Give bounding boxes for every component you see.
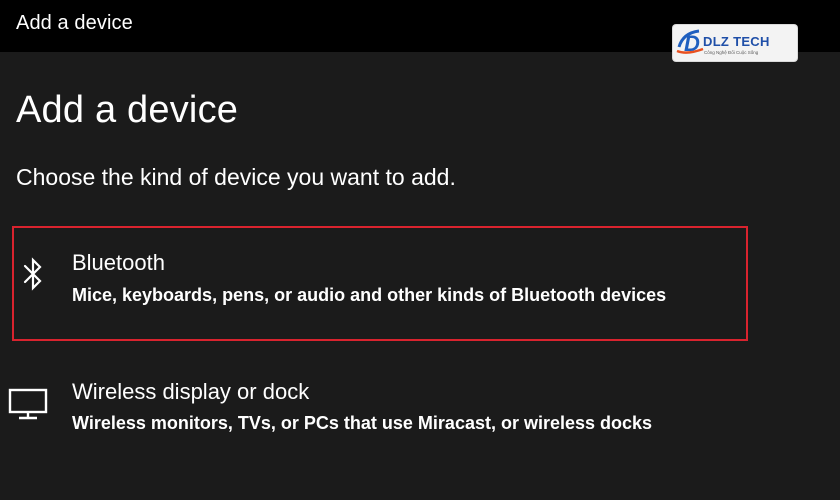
option-bluetooth-title: Bluetooth	[72, 250, 165, 275]
svg-text:DLZ TECH: DLZ TECH	[703, 34, 770, 49]
svg-text:D: D	[684, 31, 700, 56]
page-title: Add a device	[16, 89, 239, 131]
dlz-tech-logo: D DLZ TECH Công Nghệ Đổi Cuộc Sống	[676, 29, 770, 56]
option-bluetooth[interactable]: Bluetooth Mice, keyboards, pens, or audi…	[12, 226, 748, 341]
option-wireless-title: Wireless display or dock	[72, 379, 310, 404]
window-title: Add a device	[16, 12, 133, 34]
bluetooth-icon	[22, 256, 44, 292]
monitor-icon	[8, 387, 48, 421]
option-wireless-display[interactable]: Wireless display or dock Wireless monito…	[8, 365, 748, 450]
page-subtitle: Choose the kind of device you want to ad…	[16, 164, 456, 190]
add-device-window: Add a device D DLZ TECH Công Nghệ Đổi Cu…	[0, 0, 840, 500]
svg-text:Công Nghệ Đổi Cuộc Sống: Công Nghệ Đổi Cuộc Sống	[704, 49, 759, 55]
option-wireless-description: Wireless monitors, TVs, or PCs that use …	[72, 413, 653, 433]
option-bluetooth-description: Mice, keyboards, pens, or audio and othe…	[72, 285, 667, 305]
brand-watermark-logo: D DLZ TECH Công Nghệ Đổi Cuộc Sống	[673, 25, 797, 61]
